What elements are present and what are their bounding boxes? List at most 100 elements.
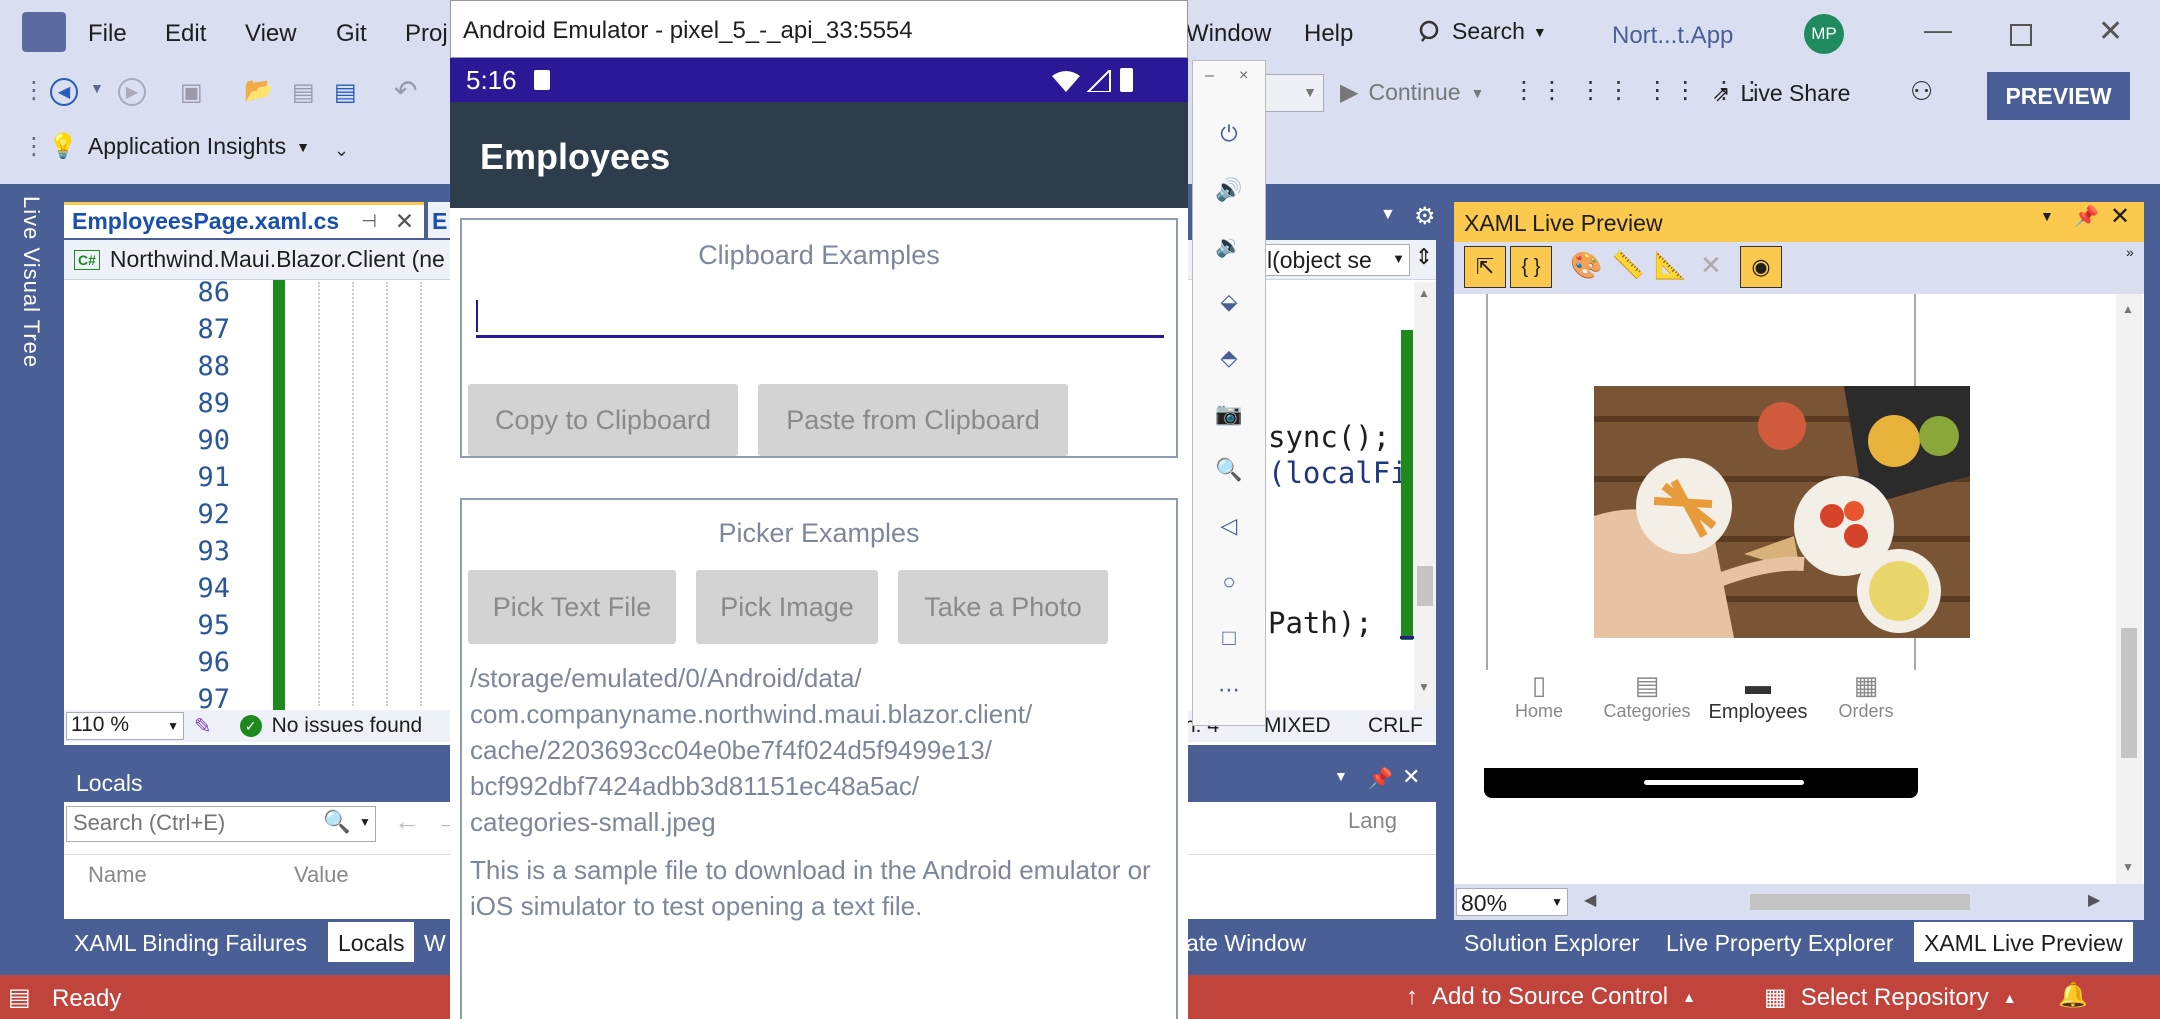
toolbar-overflow-icon[interactable]: ⌄ — [334, 140, 349, 161]
avatar[interactable]: MP — [1804, 14, 1844, 54]
zoom-icon[interactable]: 🔍 — [1193, 457, 1265, 483]
tab-live-property-explorer[interactable]: Live Property Explorer — [1656, 922, 1904, 962]
arrow-left-icon[interactable]: ← — [394, 806, 420, 837]
xaml-preview-canvas[interactable]: ▯ Home ▤ Categories ▬ Employees ▦ Orders… — [1454, 294, 2144, 884]
search-button[interactable]: Search ▼ — [1418, 18, 1547, 45]
eye-icon[interactable]: ◉ — [1740, 246, 1782, 288]
save-icon[interactable]: ▤ — [292, 78, 315, 107]
scroll-right-icon[interactable]: ▶ — [2088, 890, 2100, 910]
zoom-dropdown[interactable]: 110 % ▼ — [66, 712, 184, 740]
power-icon[interactable]: ⏻ — [1193, 121, 1265, 147]
pick-text-file-button[interactable]: Pick Text File — [468, 570, 676, 644]
forward-icon[interactable]: ▶ — [118, 78, 146, 106]
tab-xaml-live-preview[interactable]: XAML Live Preview — [1914, 922, 2133, 962]
tab-solution-explorer[interactable]: Solution Explorer — [1454, 922, 1649, 962]
preview-badge[interactable]: PREVIEW — [1987, 72, 2130, 120]
overview-icon[interactable]: □ — [1193, 625, 1265, 651]
chevron-down-icon[interactable]: ▼ — [90, 80, 104, 96]
menu-help[interactable]: Help — [1304, 20, 1353, 48]
feedback-icon[interactable]: ⚇ — [1910, 76, 1933, 107]
paste-from-clipboard-button[interactable]: Paste from Clipboard — [758, 384, 1068, 456]
menu-file[interactable]: File — [88, 20, 127, 48]
column-header-name[interactable]: Name — [88, 862, 147, 888]
overflow-icon[interactable]: » — [2126, 244, 2134, 260]
close-panel-icon[interactable]: ✕ — [2110, 202, 2130, 231]
open-folder-icon[interactable]: 📂 — [244, 76, 274, 105]
maximize-icon[interactable] — [2010, 24, 2032, 46]
gear-icon[interactable]: ⚙ — [1414, 202, 1436, 231]
locals-search-field[interactable] — [67, 807, 317, 839]
back-icon[interactable]: ◀ — [50, 78, 78, 106]
member-dropdown[interactable]: l(object se ▼ — [1262, 244, 1410, 276]
select-element-icon[interactable]: ⇱ — [1464, 246, 1506, 288]
column-header-value[interactable]: Value — [294, 862, 349, 888]
editor-tab-partial[interactable]: E — [428, 202, 450, 238]
close-tab-icon[interactable]: ✕ — [395, 208, 414, 235]
save-all-icon[interactable]: ▤ — [334, 78, 357, 107]
chevron-down-icon[interactable]: ▼ — [1334, 768, 1348, 784]
clear-icon[interactable]: ✕ — [1700, 250, 1722, 281]
new-item-icon[interactable]: ▣ — [180, 78, 203, 107]
back-icon[interactable]: ◁ — [1193, 513, 1265, 539]
copy-to-clipboard-button[interactable]: Copy to Clipboard — [468, 384, 738, 456]
add-to-source-control-button[interactable]: ↑ Add to Source Control ▲ — [1406, 983, 1696, 1011]
preview-tab-home[interactable]: ▯ Home — [1484, 670, 1594, 722]
tab-immediate-window[interactable]: ate Window — [1176, 922, 1316, 962]
volume-up-icon[interactable]: 🔊 — [1193, 177, 1265, 203]
split-icon[interactable]: ⇕ — [1412, 244, 1436, 276]
camera-icon[interactable]: 📷 — [1193, 401, 1265, 427]
application-insights-button[interactable]: 💡 Application Insights ▼ — [48, 132, 310, 161]
ruler-vertical-icon[interactable]: 📏 — [1612, 250, 1644, 281]
more-icon[interactable]: ⋯ — [1193, 677, 1265, 703]
rotate-right-icon[interactable]: ⬘ — [1193, 345, 1265, 371]
pick-image-button[interactable]: Pick Image — [696, 570, 878, 644]
close-icon[interactable]: × — [1239, 67, 1248, 85]
live-visual-tree-tab[interactable]: Live Visual Tree — [18, 196, 44, 368]
preview-tab-categories[interactable]: ▤ Categories — [1592, 670, 1702, 722]
preview-tab-orders[interactable]: ▦ Orders — [1814, 670, 1918, 722]
search-icon[interactable]: 🔍 — [323, 809, 350, 835]
menu-window[interactable]: Window — [1186, 20, 1271, 48]
take-photo-button[interactable]: Take a Photo — [898, 570, 1108, 644]
project-dropdown[interactable]: Northwind.Maui.Blazor.Client (ne — [110, 246, 445, 273]
preview-zoom-dropdown[interactable]: 80% ▼ — [1456, 888, 1568, 916]
preview-horizontal-scrollbar[interactable] — [1750, 894, 1970, 910]
menu-edit[interactable]: Edit — [165, 20, 206, 48]
intellicode-icon[interactable]: ✎ — [194, 714, 212, 739]
display-adorners-icon[interactable]: { } — [1510, 246, 1552, 288]
scroll-left-icon[interactable]: ◀ — [1584, 890, 1596, 910]
pin-icon[interactable]: 📌 — [2074, 204, 2099, 229]
minimize-icon[interactable]: – — [1205, 67, 1214, 85]
menu-git[interactable]: Git — [336, 20, 367, 48]
pin-icon[interactable]: ⊣ — [361, 211, 377, 232]
whitespace-indicator[interactable]: MIXED — [1264, 714, 1331, 738]
solution-name[interactable]: Nort...t.App — [1612, 22, 1733, 50]
tab-locals[interactable]: Locals — [328, 922, 415, 962]
issues-indicator[interactable]: No issues found — [272, 714, 423, 738]
close-panel-icon[interactable]: ✕ — [1402, 764, 1420, 790]
line-ending-indicator[interactable]: CRLF — [1368, 714, 1423, 738]
chevron-down-icon[interactable]: ▼ — [359, 815, 371, 829]
pin-icon[interactable]: 📌 — [1368, 766, 1393, 791]
close-window-icon[interactable]: ✕ — [2098, 14, 2123, 49]
menu-project[interactable]: Proj — [405, 20, 448, 48]
volume-down-icon[interactable]: 🔉 — [1193, 233, 1265, 259]
tab-xaml-binding-failures[interactable]: XAML Binding Failures — [64, 922, 317, 962]
select-repository-button[interactable]: ▦ Select Repository ▲ — [1764, 983, 2017, 1012]
rotate-left-icon[interactable]: ⬙ — [1193, 289, 1265, 315]
continue-button[interactable]: ▶ Continue ▼ — [1340, 78, 1484, 107]
live-share-button[interactable]: ⇗ Live Share — [1712, 80, 1850, 107]
notification-bell-icon[interactable]: 🔔 — [2058, 981, 2088, 1010]
output-icon[interactable]: ▤ — [8, 983, 31, 1012]
menu-view[interactable]: View — [245, 20, 297, 48]
locals-search-input[interactable]: 🔍 ▼ — [66, 806, 376, 842]
column-header-lang[interactable]: Lang — [1348, 808, 1397, 834]
editor-tab-employees-page[interactable]: EmployeesPage.xaml.cs ⊣ ✕ — [64, 202, 424, 238]
clipboard-entry[interactable] — [476, 292, 1164, 338]
palette-icon[interactable]: 🎨 — [1570, 250, 1602, 281]
minimize-icon[interactable]: — — [1924, 14, 1952, 46]
editor-scrollbar[interactable]: ▲ ▼ — [1414, 282, 1436, 710]
undo-icon[interactable]: ↶ — [394, 74, 417, 107]
preview-vertical-scrollbar[interactable]: ▲ ▼ — [2116, 294, 2142, 884]
ruler-horizontal-icon[interactable]: 📐 — [1654, 250, 1686, 281]
